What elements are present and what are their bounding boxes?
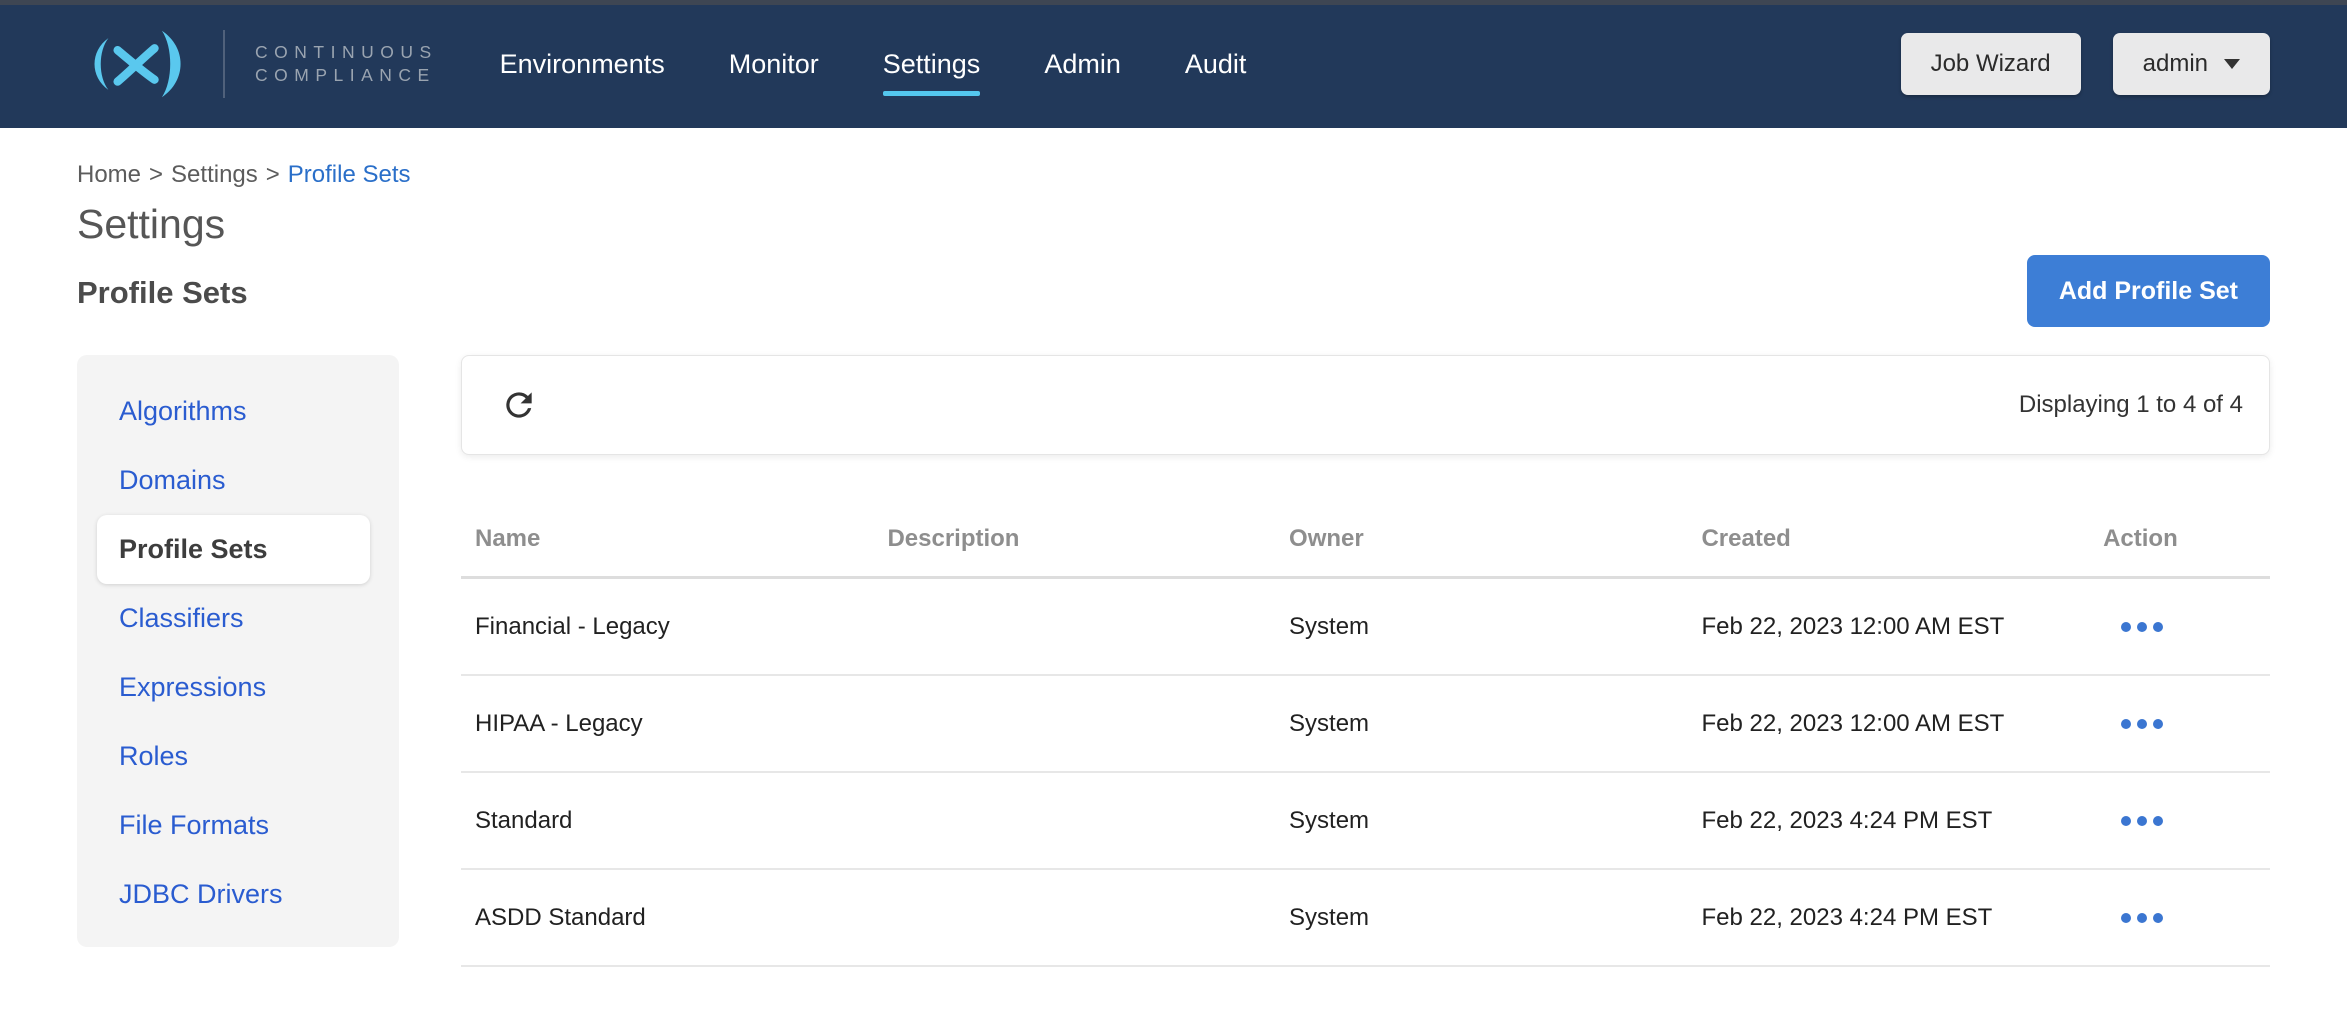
table-row: Standard System Feb 22, 2023 4:24 PM EST [461, 773, 2270, 870]
pagination-status: Displaying 1 to 4 of 4 [2019, 391, 2243, 419]
section-title: Profile Sets [77, 275, 2270, 311]
delphix-logo-icon [77, 25, 197, 103]
breadcrumb-profile-sets[interactable]: Profile Sets [288, 161, 411, 188]
table-header-row: Name Description Owner Created Action [461, 501, 2270, 579]
cell-created: Feb 22, 2023 4:24 PM EST [1687, 904, 2089, 932]
cell-owner: System [1275, 904, 1687, 932]
table-toolbar: Displaying 1 to 4 of 4 [461, 355, 2270, 455]
wordmark-line2: COMPLIANCE [255, 64, 438, 87]
nav-item-settings[interactable]: Settings [883, 49, 981, 80]
breadcrumb-settings[interactable]: Settings [171, 161, 258, 188]
sidebar-item-domains[interactable]: Domains [77, 446, 399, 515]
cell-name: Standard [461, 807, 873, 835]
cell-action [2089, 810, 2270, 832]
add-profile-set-button[interactable]: Add Profile Set [2027, 255, 2270, 327]
breadcrumb-separator: > [149, 161, 163, 188]
cell-action [2089, 713, 2270, 735]
cell-created: Feb 22, 2023 4:24 PM EST [1687, 807, 2089, 835]
user-menu-button[interactable]: admin [2113, 33, 2270, 95]
top-nav-bar: CONTINUOUS COMPLIANCE Environments Monit… [0, 0, 2347, 128]
breadcrumb-separator: > [266, 161, 280, 188]
breadcrumb: Home > Settings > Profile Sets [77, 161, 2270, 189]
sidebar-item-profile-sets[interactable]: Profile Sets [97, 515, 370, 584]
row-actions-button[interactable] [2117, 616, 2167, 638]
nav-item-admin[interactable]: Admin [1044, 49, 1121, 80]
ellipsis-icon [2121, 913, 2131, 923]
cell-owner: System [1275, 710, 1687, 738]
ellipsis-icon [2121, 622, 2131, 632]
primary-nav: Environments Monitor Settings Admin Audi… [500, 49, 1311, 80]
sidebar-item-classifiers[interactable]: Classifiers [77, 584, 399, 653]
refresh-icon [500, 386, 538, 424]
content-row: Algorithms Domains Profile Sets Classifi… [77, 355, 2270, 967]
column-header-description: Description [873, 525, 1275, 553]
cell-name: Financial - Legacy [461, 613, 873, 641]
column-header-created: Created [1687, 525, 2089, 553]
header-actions: Job Wizard admin [1901, 33, 2270, 95]
nav-item-environments[interactable]: Environments [500, 49, 665, 80]
cell-owner: System [1275, 807, 1687, 835]
window-top-edge [0, 0, 2347, 5]
cell-action [2089, 907, 2270, 929]
sidebar-item-expressions[interactable]: Expressions [77, 653, 399, 722]
profile-sets-panel: Displaying 1 to 4 of 4 Name Description … [461, 355, 2270, 967]
cell-name: HIPAA - Legacy [461, 710, 873, 738]
settings-sidebar: Algorithms Domains Profile Sets Classifi… [77, 355, 399, 947]
brand-wordmark: CONTINUOUS COMPLIANCE [255, 41, 438, 87]
sidebar-item-algorithms[interactable]: Algorithms [77, 377, 399, 446]
app-window: CONTINUOUS COMPLIANCE Environments Monit… [0, 0, 2347, 1012]
brand-divider [223, 30, 225, 98]
column-header-owner: Owner [1275, 525, 1687, 553]
cell-created: Feb 22, 2023 12:00 AM EST [1687, 613, 2089, 641]
nav-item-audit[interactable]: Audit [1185, 49, 1247, 80]
row-actions-button[interactable] [2117, 810, 2167, 832]
row-actions-button[interactable] [2117, 907, 2167, 929]
row-actions-button[interactable] [2117, 713, 2167, 735]
sidebar-item-file-formats[interactable]: File Formats [77, 791, 399, 860]
sidebar-item-roles[interactable]: Roles [77, 722, 399, 791]
cell-created: Feb 22, 2023 12:00 AM EST [1687, 710, 2089, 738]
cell-name: ASDD Standard [461, 904, 873, 932]
cell-owner: System [1275, 613, 1687, 641]
table-row: Financial - Legacy System Feb 22, 2023 1… [461, 579, 2270, 676]
wordmark-line1: CONTINUOUS [255, 41, 438, 64]
ellipsis-icon [2121, 816, 2131, 826]
brand: CONTINUOUS COMPLIANCE [77, 25, 438, 103]
breadcrumb-home[interactable]: Home [77, 161, 141, 188]
ellipsis-icon [2121, 719, 2131, 729]
cell-action [2089, 616, 2270, 638]
column-header-action: Action [2089, 525, 2270, 553]
refresh-button[interactable] [500, 384, 542, 426]
table-row: HIPAA - Legacy System Feb 22, 2023 12:00… [461, 676, 2270, 773]
page-title: Settings [77, 201, 2270, 248]
caret-down-icon [2224, 59, 2240, 69]
page-content: Home > Settings > Profile Sets Add Profile S… [0, 161, 2347, 967]
user-menu-label: admin [2143, 50, 2208, 78]
job-wizard-button[interactable]: Job Wizard [1901, 33, 2081, 95]
nav-item-monitor[interactable]: Monitor [729, 49, 819, 80]
table-row: ASDD Standard System Feb 22, 2023 4:24 P… [461, 870, 2270, 967]
column-header-name: Name [461, 525, 873, 553]
sidebar-item-jdbc-drivers[interactable]: JDBC Drivers [77, 860, 399, 929]
